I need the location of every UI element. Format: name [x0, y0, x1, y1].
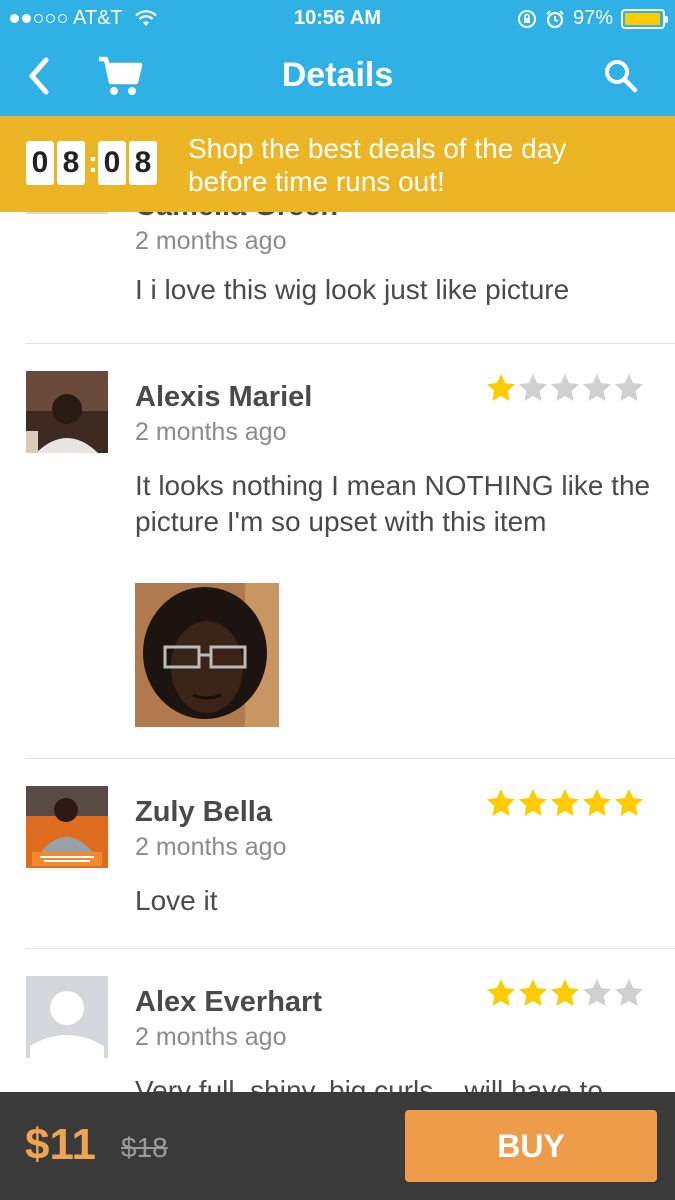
review-date: 2 months ago	[135, 418, 287, 446]
review-text: Very full, shiny, big curls... will have…	[135, 1075, 603, 1092]
countdown-digit: 8	[57, 141, 85, 185]
star-rating	[485, 372, 645, 404]
page-title: Details	[281, 56, 394, 94]
user-avatar[interactable]	[26, 371, 108, 453]
review-item: Alex Everhart 2 months ago Very full, sh…	[0, 949, 675, 1092]
star-empty-icon	[615, 979, 643, 1006]
countdown-digit: 0	[26, 141, 54, 185]
nav-bar: Details	[0, 36, 675, 116]
review-date: 2 months ago	[135, 1023, 287, 1051]
star-filled-icon	[519, 979, 547, 1006]
review-date: 2 months ago	[135, 833, 287, 861]
countdown-separator: :	[88, 146, 98, 179]
deal-banner-text: Shop the best deals of the day before ti…	[188, 133, 567, 197]
star-rating	[485, 977, 645, 1009]
bottom-bar: $11 $18 BUY	[0, 1092, 675, 1200]
sale-price: $11	[25, 1120, 96, 1169]
user-avatar[interactable]	[26, 786, 108, 868]
review-photo[interactable]	[135, 583, 279, 727]
placeholder-avatar-icon	[26, 212, 108, 214]
review-date: 2 months ago	[135, 227, 287, 255]
placeholder-avatar-icon	[26, 976, 108, 1058]
star-empty-icon	[519, 374, 547, 401]
reviewer-name: Camelia Green	[135, 212, 338, 223]
review-item: Camelia Green 2 months ago I i love this…	[0, 212, 675, 344]
search-icon[interactable]	[603, 58, 639, 94]
countdown-digit: 0	[98, 141, 126, 185]
star-filled-icon	[487, 374, 515, 401]
review-text: Love it	[135, 885, 218, 916]
reviews-list[interactable]: Camelia Green 2 months ago I i love this…	[0, 212, 675, 1092]
reviewer-name: Alex Everhart	[135, 986, 322, 1018]
review-text: I i love this wig look just like picture	[135, 274, 570, 305]
battery-percent: 97%	[572, 7, 613, 29]
star-empty-icon	[615, 374, 643, 401]
deal-banner[interactable]: 0 8 : 0 8 Shop the best deals of the day…	[0, 116, 675, 212]
review-item: Zuly Bella 2 months ago Love it	[0, 759, 675, 950]
reviewer-name: Zuly Bella	[135, 796, 272, 828]
star-filled-icon	[615, 789, 643, 816]
countdown-digit: 8	[129, 141, 157, 185]
star-filled-icon	[583, 789, 611, 816]
star-filled-icon	[551, 789, 579, 816]
status-right: 97%	[517, 7, 668, 30]
battery-icon	[621, 8, 668, 29]
rotation-lock-icon	[517, 9, 536, 28]
status-bar: AT&T 10:56 AM 97%	[0, 0, 675, 36]
review-text: It looks nothing I mean NOTHING like the…	[135, 470, 651, 537]
countdown-timer: 0 8 : 0 8	[26, 141, 160, 185]
review-item: Alexis Mariel 2 months ago It looks noth…	[0, 344, 675, 760]
buy-button[interactable]: BUY	[405, 1110, 657, 1182]
star-filled-icon	[487, 789, 515, 816]
reviewer-name: Alexis Mariel	[135, 381, 313, 413]
original-price: $18	[121, 1132, 168, 1163]
star-rating	[485, 787, 645, 819]
star-empty-icon	[551, 374, 579, 401]
star-filled-icon	[487, 979, 515, 1006]
alarm-icon	[546, 9, 564, 28]
star-filled-icon	[519, 789, 547, 816]
star-empty-icon	[583, 374, 611, 401]
star-filled-icon	[551, 979, 579, 1006]
star-empty-icon	[583, 979, 611, 1006]
